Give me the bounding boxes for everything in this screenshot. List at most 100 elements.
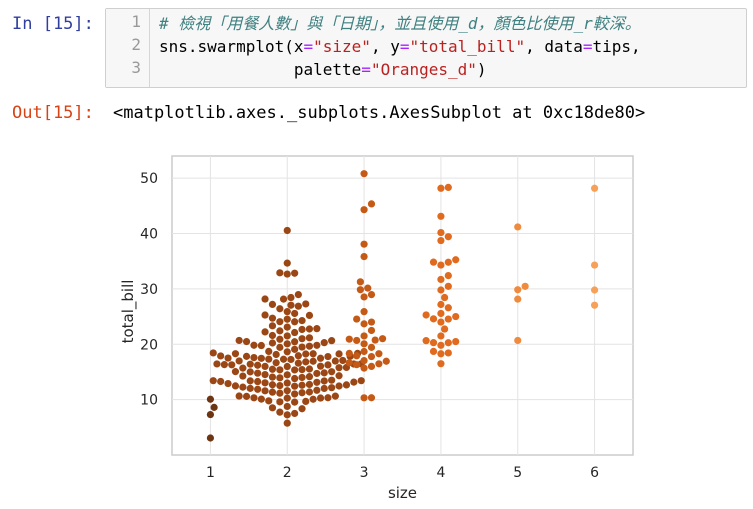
data-point: [235, 392, 243, 400]
data-point: [254, 369, 262, 377]
x-tick-label: 5: [513, 465, 522, 481]
data-point: [206, 410, 215, 419]
data-point: [291, 345, 299, 353]
data-point: [360, 206, 368, 214]
data-point: [316, 354, 325, 362]
data-point: [242, 392, 251, 400]
data-point: [320, 339, 328, 347]
data-point: [452, 312, 460, 321]
y-tick-label: 30: [140, 282, 158, 298]
data-point: [276, 381, 284, 390]
data-point: [283, 379, 291, 387]
data-point: [367, 394, 376, 402]
data-point: [268, 365, 277, 373]
data-point: [437, 275, 445, 284]
data-point: [298, 373, 306, 382]
data-point: [360, 320, 368, 328]
data-point: [422, 337, 430, 345]
data-point: [242, 352, 251, 360]
data-point: [429, 258, 438, 266]
data-point: [356, 278, 364, 286]
data-point: [360, 347, 368, 356]
data-point: [364, 284, 372, 292]
data-point: [265, 347, 273, 356]
data-point: [305, 388, 314, 396]
data-point: [429, 315, 438, 323]
data-point: [320, 384, 328, 393]
data-point: [444, 183, 452, 191]
data-point: [298, 389, 306, 397]
data-point: [272, 350, 280, 359]
data-point: [367, 318, 376, 326]
data-point: [452, 337, 460, 346]
data-point: [331, 392, 339, 400]
data-point: [441, 293, 449, 302]
data-point: [367, 343, 376, 351]
data-point: [302, 358, 310, 366]
data-point: [276, 305, 284, 313]
data-point: [276, 389, 284, 397]
data-point: [437, 286, 445, 294]
data-point: [291, 409, 299, 418]
data-point: [313, 325, 321, 333]
data-point: [367, 290, 376, 299]
y-tick-label: 20: [140, 337, 158, 353]
data-point: [305, 342, 314, 350]
data-point: [291, 338, 299, 346]
data-point: [444, 282, 452, 290]
data-point: [246, 377, 254, 385]
data-point: [429, 347, 438, 356]
data-point: [239, 383, 247, 391]
data-point: [268, 381, 277, 389]
data-point: [209, 377, 217, 385]
data-point: [335, 364, 343, 372]
data-point: [360, 253, 368, 261]
data-point: [305, 380, 314, 389]
data-point: [283, 402, 291, 411]
data-point: [291, 390, 299, 398]
data-point: [353, 336, 361, 345]
notebook-page: In [15]: 1 2 3 # 檢視「用餐人數」與「日期」，並且使用_d，顏色…: [0, 0, 753, 509]
data-point: [437, 318, 445, 326]
data-point: [268, 322, 277, 330]
data-point: [313, 369, 321, 378]
y-tick-label: 10: [140, 393, 158, 409]
x-tick-label: 3: [360, 465, 369, 481]
data-point: [437, 228, 445, 237]
data-point: [313, 341, 321, 349]
data-point: [324, 361, 332, 369]
data-point: [276, 374, 284, 382]
data-point: [353, 315, 361, 323]
data-point: [437, 360, 445, 368]
data-point: [268, 300, 277, 308]
data-point: [268, 331, 277, 340]
data-point: [217, 352, 225, 360]
data-point: [328, 337, 336, 345]
data-point: [276, 398, 284, 406]
data-point: [272, 359, 280, 367]
data-point: [350, 378, 358, 386]
data-point: [276, 408, 284, 416]
x-axis-label: size: [388, 484, 417, 502]
data-point: [268, 404, 277, 412]
data-point: [324, 352, 332, 361]
data-point: [283, 323, 291, 331]
data-point: [320, 377, 328, 385]
data-point: [367, 362, 376, 371]
data-point: [231, 368, 240, 376]
data-point: [261, 371, 269, 379]
data-point: [291, 309, 299, 318]
data-point: [360, 394, 368, 402]
data-point: [437, 350, 445, 358]
x-tick-label: 1: [206, 465, 215, 481]
data-point: [360, 332, 368, 340]
data-point: [257, 341, 265, 350]
data-point: [353, 361, 361, 369]
data-point: [276, 327, 284, 335]
data-point: [246, 360, 254, 368]
data-point: [437, 341, 445, 349]
data-point: [305, 373, 314, 381]
data-point: [345, 359, 353, 367]
data-point: [335, 350, 343, 358]
data-point: [235, 357, 243, 365]
